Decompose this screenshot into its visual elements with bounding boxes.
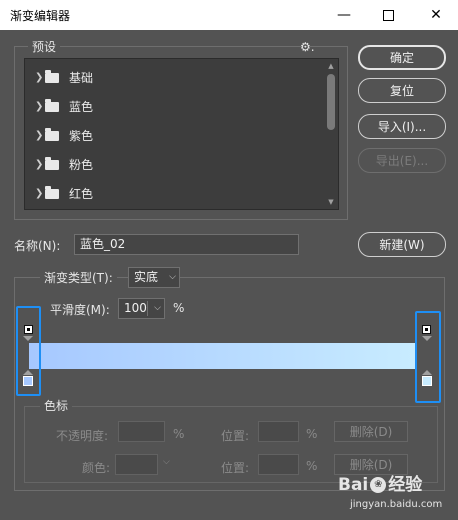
opacity-location-unit: % bbox=[306, 427, 318, 441]
export-button[interactable]: 导出(E)... bbox=[358, 148, 446, 173]
color-label: 颜色: bbox=[82, 461, 111, 475]
preset-list[interactable]: ❯ 基础 ❯ 蓝色 ❯ 紫色 ❯ 粉色 ❯ 红色 ▲ ▼ bbox=[24, 58, 339, 210]
color-location-unit: % bbox=[306, 459, 318, 473]
preset-folder-label: 紫色 bbox=[69, 129, 94, 143]
highlight-box-right bbox=[415, 311, 441, 403]
watermark-brand-left: Bai bbox=[338, 475, 369, 495]
opacity-location-label: 位置: bbox=[221, 429, 250, 443]
gear-icon[interactable]: ⚙. bbox=[300, 40, 315, 54]
gradient-type-value: 实底 bbox=[134, 270, 159, 284]
name-input[interactable]: 蓝色_02 bbox=[74, 234, 299, 255]
preset-folder-label: 红色 bbox=[69, 187, 94, 201]
preset-folder-red[interactable]: ❯ 红色 bbox=[25, 179, 325, 208]
preset-folder-label: 蓝色 bbox=[69, 100, 94, 114]
preset-folder-basic[interactable]: ❯ 基础 bbox=[25, 63, 325, 92]
chevron-right-icon[interactable]: ❯ bbox=[35, 159, 43, 170]
title-bar: 渐变编辑器 — ✕ bbox=[0, 0, 458, 30]
folder-icon bbox=[45, 127, 59, 141]
smoothness-value: 100 bbox=[124, 301, 147, 315]
ok-button[interactable]: 确定 bbox=[358, 45, 446, 70]
scroll-up-icon[interactable]: ▲ bbox=[326, 61, 336, 71]
close-icon: ✕ bbox=[430, 7, 442, 23]
preset-folder-blue[interactable]: ❯ 蓝色 bbox=[25, 92, 325, 121]
opacity-field[interactable] bbox=[118, 421, 165, 442]
folder-icon bbox=[45, 69, 59, 83]
gradient-type-select[interactable]: 实底 ⌵ bbox=[128, 267, 180, 288]
chevron-down-icon[interactable]: ⌵ bbox=[154, 299, 161, 318]
chevron-down-icon[interactable]: ⌵ bbox=[163, 457, 170, 467]
window-title: 渐变编辑器 bbox=[10, 9, 71, 23]
maximize-icon bbox=[382, 9, 394, 21]
watermark-brand: Bai ❀ 经验 bbox=[338, 470, 422, 495]
color-swatch[interactable] bbox=[115, 454, 158, 475]
color-location-label: 位置: bbox=[221, 461, 250, 475]
opacity-label: 不透明度: bbox=[56, 429, 109, 443]
preset-folder-label: 粉色 bbox=[69, 158, 94, 172]
opacity-unit: % bbox=[173, 427, 185, 441]
preset-folder-purple[interactable]: ❯ 紫色 bbox=[25, 121, 325, 150]
chevron-down-icon[interactable]: ⌵ bbox=[169, 268, 176, 287]
smoothness-unit: % bbox=[173, 301, 185, 315]
highlight-box-left bbox=[16, 306, 41, 396]
watermark-brand-right: 经验 bbox=[388, 475, 423, 495]
maximize-button[interactable] bbox=[366, 0, 410, 30]
paw-icon: ❀ bbox=[370, 477, 387, 493]
watermark-url: jingyan.baidu.com bbox=[350, 499, 443, 510]
select-divider bbox=[147, 301, 148, 316]
minimize-button[interactable]: — bbox=[322, 0, 366, 30]
color-location-field[interactable] bbox=[258, 454, 299, 475]
folder-icon bbox=[45, 98, 59, 112]
presets-legend: 预设 bbox=[28, 38, 61, 55]
chevron-right-icon[interactable]: ❯ bbox=[35, 72, 43, 83]
chevron-right-icon[interactable]: ❯ bbox=[35, 101, 43, 112]
folder-icon bbox=[45, 156, 59, 170]
opacity-location-field[interactable] bbox=[258, 421, 299, 442]
chevron-right-icon[interactable]: ❯ bbox=[35, 188, 43, 199]
preset-folder-label: 基础 bbox=[69, 71, 94, 85]
gradient-type-label: 渐变类型(T): bbox=[40, 269, 117, 286]
scroll-thumb[interactable] bbox=[327, 74, 335, 130]
preset-scrollbar[interactable]: ▲ ▼ bbox=[326, 61, 336, 207]
smoothness-select[interactable]: 100 ⌵ bbox=[118, 298, 165, 319]
new-button[interactable]: 新建(W) bbox=[358, 232, 446, 257]
import-button[interactable]: 导入(I)... bbox=[358, 114, 446, 139]
preset-folder-pink[interactable]: ❯ 粉色 bbox=[25, 150, 325, 179]
color-stops-legend: 色标 bbox=[40, 397, 73, 414]
smoothness-label: 平滑度(M): bbox=[50, 303, 110, 317]
delete-opacity-stop-button[interactable]: 删除(D) bbox=[334, 421, 408, 442]
reset-button[interactable]: 复位 bbox=[358, 78, 446, 103]
scroll-down-icon[interactable]: ▼ bbox=[326, 197, 336, 207]
gradient-preview-bar[interactable] bbox=[29, 343, 416, 369]
close-button[interactable]: ✕ bbox=[414, 0, 458, 30]
folder-icon bbox=[45, 185, 59, 199]
name-label: 名称(N): bbox=[14, 239, 61, 253]
minimize-icon: — bbox=[337, 7, 351, 23]
chevron-right-icon[interactable]: ❯ bbox=[35, 130, 43, 141]
